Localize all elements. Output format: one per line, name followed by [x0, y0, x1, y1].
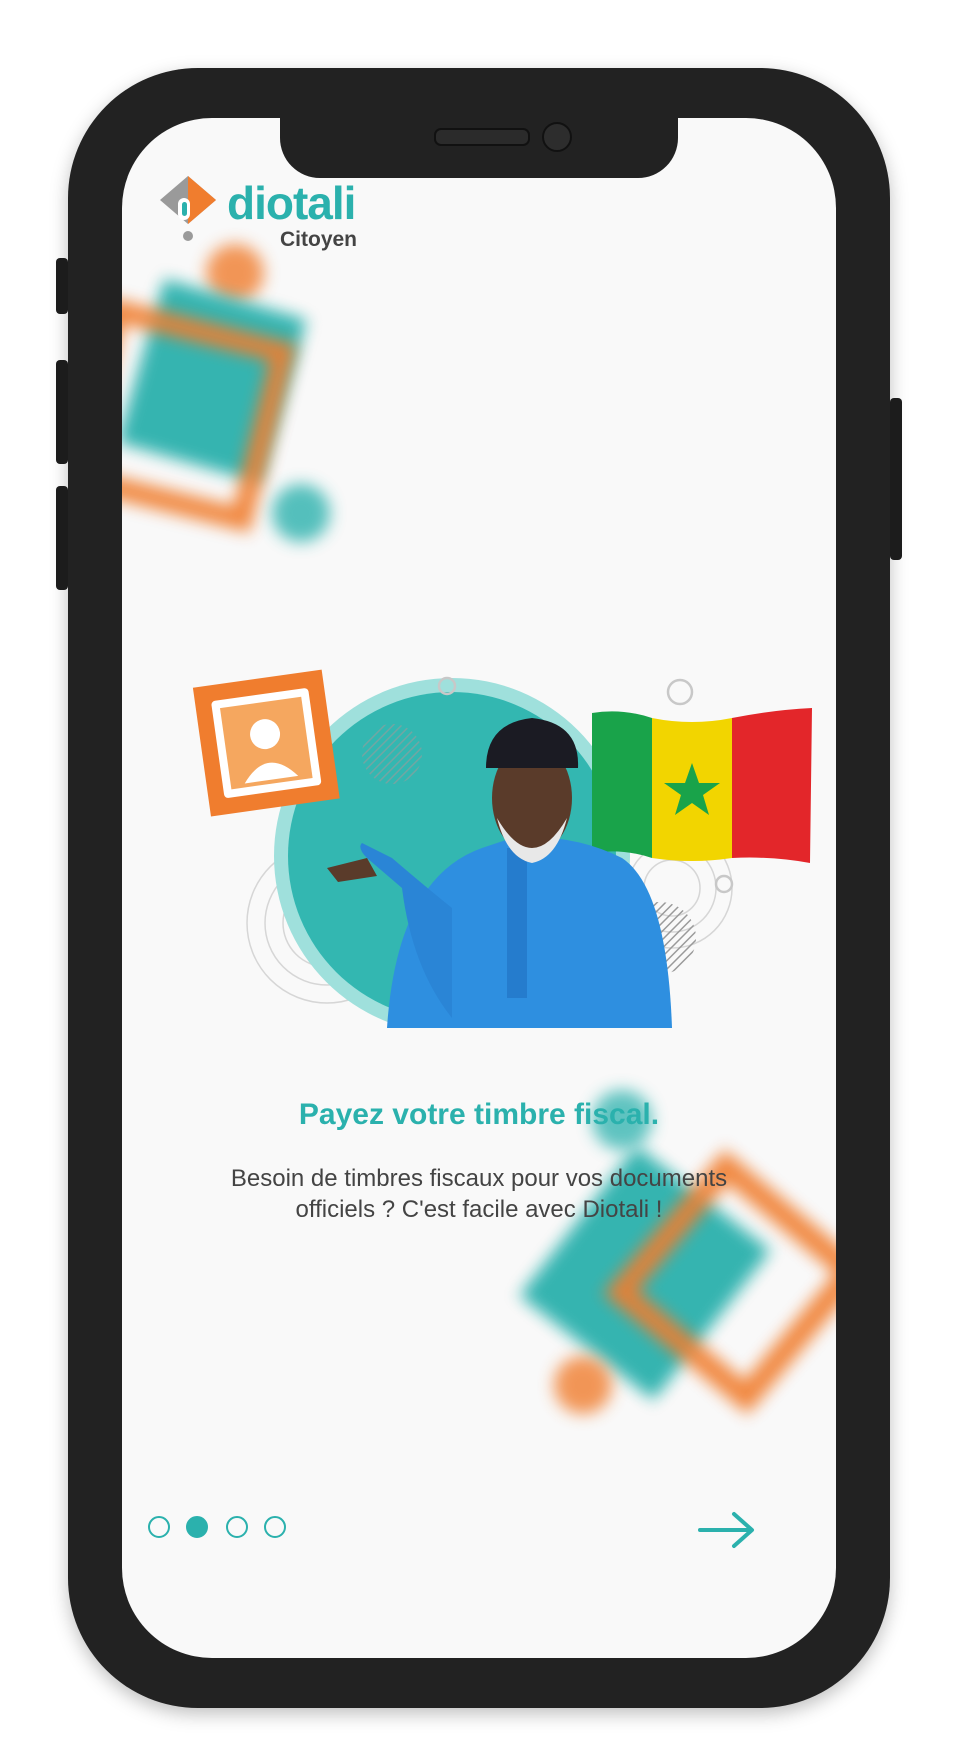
- phone-frame: diotali Citoyen Payez votre timbre fisca…: [56, 68, 902, 1708]
- app-screen: diotali Citoyen Payez votre timbre fisca…: [122, 118, 836, 1658]
- logo-wordmark: diotali: [227, 177, 356, 229]
- mute-switch: [56, 258, 68, 314]
- page-dot-4[interactable]: [264, 1516, 286, 1538]
- notch: [280, 118, 678, 178]
- front-camera: [542, 122, 572, 152]
- decor-teal-dot: [272, 484, 330, 542]
- next-button[interactable]: [696, 1510, 760, 1550]
- decor-orange-dot-2: [554, 1356, 612, 1414]
- page-dot-3[interactable]: [226, 1516, 248, 1538]
- power-button: [890, 398, 902, 560]
- onboarding-description: Besoin de timbres fiscaux pour vos docum…: [230, 1165, 728, 1223]
- volume-up-button: [56, 360, 68, 464]
- diotali-logo-icon: [160, 176, 216, 241]
- arrow-right-icon: [698, 1512, 754, 1548]
- onboarding-title: Payez votre timbre fiscal.: [298, 1098, 660, 1131]
- volume-down-button: [56, 486, 68, 590]
- page-dot-2[interactable]: [186, 1516, 208, 1538]
- speaker-grille: [434, 128, 530, 146]
- page-dot-1[interactable]: [148, 1516, 170, 1538]
- logo-subtitle: Citoyen: [280, 228, 358, 251]
- hero-illustration: [192, 669, 812, 1028]
